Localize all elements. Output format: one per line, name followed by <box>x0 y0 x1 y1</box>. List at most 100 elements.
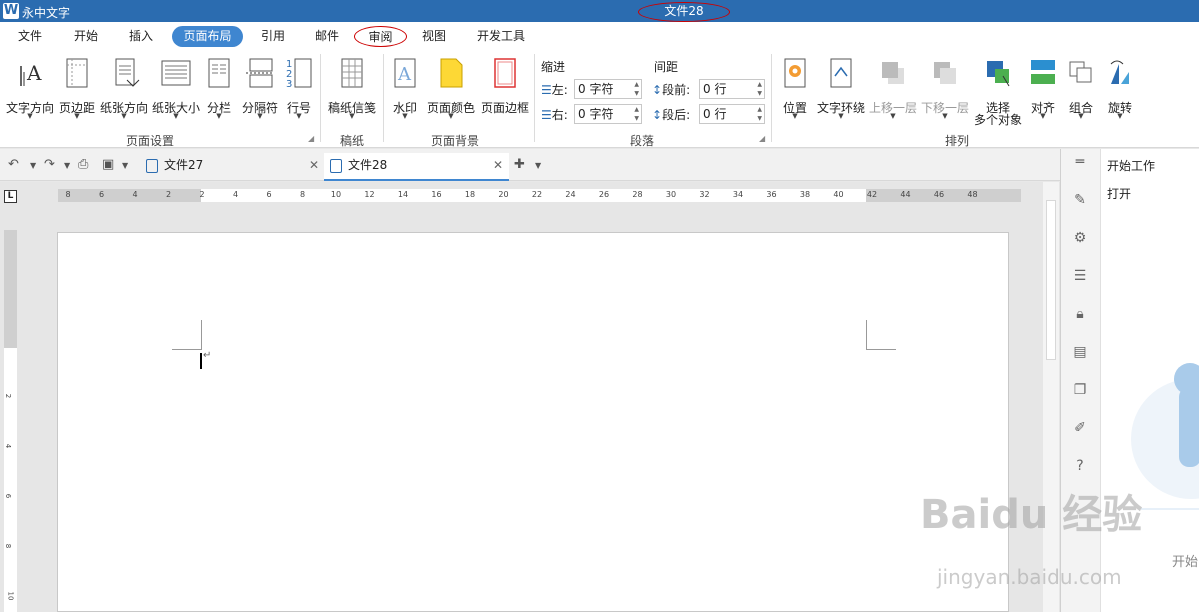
spinner-icon[interactable]: ▲ ▼ <box>634 80 639 98</box>
paragraph-launcher-icon[interactable]: ◢ <box>759 134 765 143</box>
title-bar: W 永中文字 文件28 <box>0 0 1199 22</box>
document-tab[interactable]: 文件27 ✕ <box>140 153 325 181</box>
help-icon[interactable]: ? <box>1071 457 1089 475</box>
breaks-button[interactable]: 分隔符 ▼ <box>238 56 282 122</box>
ruler-tick-label: 2 <box>4 393 13 399</box>
page-setup-launcher-icon[interactable]: ◢ <box>308 134 314 143</box>
rotate-icon <box>1110 60 1129 84</box>
text-direction-icon: A <box>19 59 42 87</box>
menu-bar: 文件 开始 插入 页面布局 引用 邮件 审阅 视图 开发工具 <box>0 22 1199 50</box>
ruler-tick-label: 8 <box>4 543 13 549</box>
indent-left-icon: ☰ <box>541 83 552 97</box>
bring-forward-button[interactable]: 上移一层 ▼ <box>867 56 919 122</box>
app-name: 永中文字 <box>22 6 71 20</box>
line-numbers-button[interactable]: 123 行号 ▼ <box>282 56 316 122</box>
wrap-text-icon <box>830 58 852 88</box>
redo-icon[interactable]: ↷ <box>44 157 55 172</box>
wrap-text-button[interactable]: 文字环绕 ▼ <box>815 56 867 122</box>
group-button[interactable]: 组合 ▼ <box>1064 56 1098 122</box>
tab-stop-selector[interactable]: L <box>4 190 17 203</box>
copy-icon[interactable]: ❐ <box>1071 381 1089 399</box>
open-link[interactable]: 打开 <box>1107 185 1131 202</box>
quick-access-dropdown-icon[interactable]: ▼ <box>122 161 128 170</box>
ruler-tick-label: 28 <box>632 190 643 199</box>
print-preview-icon[interactable]: ⎙ <box>78 157 88 172</box>
collapse-handle-icon[interactable]: ═ <box>1071 153 1089 171</box>
tab-mailings[interactable]: 邮件 <box>307 26 347 47</box>
space-after-label: ↕段后: <box>652 108 691 122</box>
manuscript-paper-icon <box>341 58 363 88</box>
ruler-tick-label: 48 <box>967 190 978 199</box>
tab-home[interactable]: 开始 <box>66 26 106 47</box>
columns-button[interactable]: 分栏 ▼ <box>202 56 236 122</box>
page-color-button[interactable]: 页面颜色 ▼ <box>424 56 478 122</box>
margin-corner-mark <box>866 320 896 350</box>
tab-page-layout[interactable]: 页面布局 <box>172 26 243 47</box>
orientation-button[interactable]: 纸张方向 ▼ <box>98 56 150 122</box>
tab-file[interactable]: 文件 <box>10 26 50 47</box>
scrollbar-thumb[interactable] <box>1046 200 1056 360</box>
ruler-tick-label: 4 <box>4 443 13 449</box>
indent-left-input[interactable]: 0 字符 ▲ ▼ <box>574 79 642 99</box>
arrange-group-label: 排列 <box>944 134 969 148</box>
undo-icon[interactable]: ↶ <box>8 157 19 172</box>
save-icon[interactable]: ▣ <box>102 157 114 172</box>
horizontal-ruler[interactable]: 8 6 4 2 2 4 6 8 10 12 14 16 18 20 22 24 26 28 30 32 34 36 38 40… <box>58 189 1021 202</box>
close-icon[interactable]: ✕ <box>309 153 319 177</box>
redo-dropdown-icon[interactable]: ▼ <box>64 161 70 170</box>
ruler-tick-label: 30 <box>665 190 677 199</box>
text-direction-button[interactable]: A 文字方向 ▼ <box>4 56 56 122</box>
ruler-tick-label: 4 <box>232 190 239 199</box>
ruler-tick-label: 16 <box>431 190 442 199</box>
new-document-icon[interactable]: ✚ <box>514 157 525 172</box>
space-after-input[interactable]: 0 行 ▲ ▼ <box>699 104 765 124</box>
vertical-scrollbar[interactable] <box>1043 182 1059 612</box>
edit-icon[interactable]: ✐ <box>1071 419 1089 437</box>
new-document-dropdown-icon[interactable]: ▼ <box>535 161 541 170</box>
pen-icon[interactable]: ✎ <box>1071 191 1089 209</box>
tab-insert[interactable]: 插入 <box>121 26 161 47</box>
indent-right-label: ☰右: <box>541 108 568 122</box>
page-size-icon <box>161 60 191 86</box>
document-page[interactable]: ↵ <box>57 232 1009 612</box>
tab-developer[interactable]: 开发工具 <box>472 26 530 47</box>
watermark-button[interactable]: A 水印 ▼ <box>388 56 422 122</box>
send-backward-button[interactable]: 下移一层 ▼ <box>919 56 971 122</box>
page-border-button[interactable]: 页面边框 <box>478 56 532 122</box>
close-icon[interactable]: ✕ <box>493 153 503 177</box>
margin-corner-mark <box>172 320 202 350</box>
ruler-tick-label: 10 <box>6 591 15 601</box>
page-size-button[interactable]: 纸张大小 ▼ <box>150 56 202 122</box>
spacing-header: 间距 <box>654 60 679 74</box>
spinner-icon[interactable]: ▲ ▼ <box>757 80 762 98</box>
clipboard-icon[interactable]: ▤ <box>1071 343 1089 361</box>
margins-button[interactable]: 页边距 ▼ <box>56 56 98 122</box>
tab-view[interactable]: 视图 <box>414 26 454 47</box>
lock-icon[interactable]: 🔒︎ <box>1071 305 1089 323</box>
select-multiple-objects-button[interactable]: 选择 多个对象 <box>971 56 1025 127</box>
ruler-tick-label: 38 <box>799 190 811 199</box>
select-objects-icon <box>987 61 1010 87</box>
columns-icon <box>208 58 230 88</box>
ribbon: A 文字方向 ▼ 页边距 ▼ 纸张方向 ▼ 纸张大小 ▼ 分栏 ▼ 分隔符 ▼ 123 行号… <box>0 50 1199 148</box>
tab-review[interactable]: 审阅 <box>354 26 407 47</box>
tab-references[interactable]: 引用 <box>253 26 293 47</box>
space-before-input[interactable]: 0 行 ▲ ▼ <box>699 79 765 99</box>
indent-right-input[interactable]: 0 字符 ▲ ▼ <box>574 104 642 124</box>
align-button[interactable]: 对齐 ▼ <box>1027 56 1059 122</box>
spinner-icon[interactable]: ▲ ▼ <box>757 105 762 123</box>
manuscript-paper-button[interactable]: 稿纸信笺 ▼ <box>325 56 379 122</box>
paragraph-mark-icon: ↵ <box>203 350 212 361</box>
space-before-icon: ↕ <box>652 83 663 97</box>
ruler-tick-label: 36 <box>766 190 777 199</box>
ruler-tick-label: 22 <box>531 190 543 199</box>
vertical-ruler[interactable]: 2 4 6 8 10 <box>4 230 17 612</box>
list-icon[interactable]: ☰ <box>1071 267 1089 285</box>
rotate-button[interactable]: 旋转 ▼ <box>1103 56 1137 122</box>
position-button[interactable]: 位置 ▼ <box>776 56 814 122</box>
document-tab-active[interactable]: 文件28 ✕ <box>324 153 509 181</box>
indent-header: 缩进 <box>541 60 566 74</box>
settings-sliders-icon[interactable]: ⚙ <box>1071 229 1089 247</box>
spinner-icon[interactable]: ▲ ▼ <box>634 105 639 123</box>
undo-dropdown-icon[interactable]: ▼ <box>30 161 36 170</box>
